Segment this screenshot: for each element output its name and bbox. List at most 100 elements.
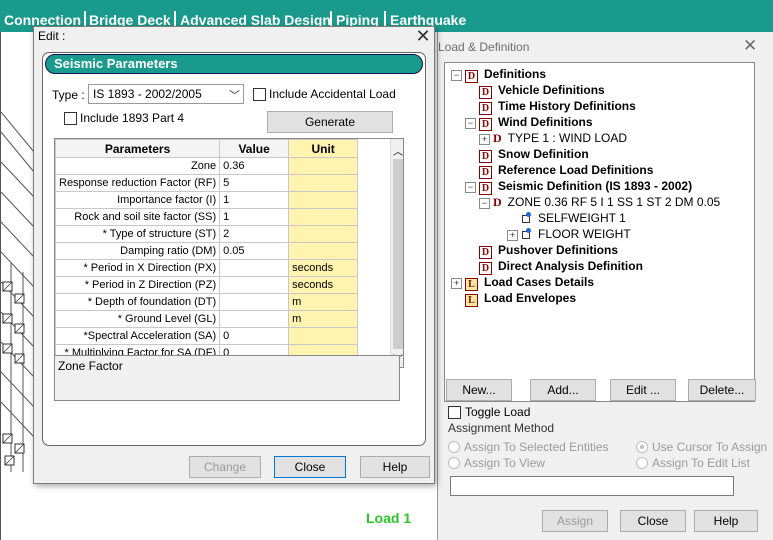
parameter-unit-cell[interactable]	[288, 174, 359, 192]
parameter-value-cell[interactable]: 0	[219, 327, 290, 345]
table-row[interactable]: * Period in X Direction (PX) seconds	[55, 259, 359, 277]
add-button[interactable]: Add...	[530, 379, 596, 401]
tree-item[interactable]: D Time History Definitions	[479, 99, 636, 115]
expand-icon[interactable]: +	[507, 230, 518, 241]
parameter-value-cell[interactable]	[219, 293, 290, 311]
scroll-up-icon[interactable]: ︿	[393, 143, 403, 158]
parameter-unit-cell[interactable]: m	[288, 293, 359, 311]
collapse-icon[interactable]: −	[479, 198, 490, 209]
close-button[interactable]: Close	[620, 510, 686, 532]
parameter-value-cell[interactable]	[219, 310, 290, 328]
definition-icon: D	[479, 86, 492, 99]
parameter-name-cell: Response reduction Factor (RF)	[55, 174, 221, 192]
panel-title: Seismic Parameters	[54, 56, 178, 71]
tree-item[interactable]: D TYPE 1 : WIND LOAD	[493, 131, 627, 146]
help-button[interactable]: Help	[360, 456, 430, 478]
table-row[interactable]: *Spectral Acceleration (SA) 0	[55, 327, 359, 345]
close-button[interactable]: Close	[274, 456, 346, 478]
tree-item[interactable]: D Seismic Definition (IS 1893 - 2002)	[479, 179, 692, 195]
close-icon[interactable]: ✕	[743, 36, 757, 56]
scroll-thumb[interactable]	[393, 159, 403, 349]
definition-icon: D	[465, 70, 478, 83]
close-icon[interactable]: ✕	[415, 26, 431, 47]
parameter-name-cell: Importance factor (I)	[55, 191, 221, 209]
parameter-value-cell[interactable]: 0.36	[219, 157, 290, 175]
parameter-name-cell: Zone	[55, 157, 221, 175]
edit-list-field[interactable]	[450, 476, 734, 496]
tree-item[interactable]: D Vehicle Definitions	[479, 83, 605, 99]
use-cursor-radio[interactable]	[636, 441, 648, 453]
table-row[interactable]: Response reduction Factor (RF) 5	[55, 174, 359, 192]
parameter-unit-cell[interactable]	[288, 208, 359, 226]
definition-item-icon: D	[493, 131, 502, 145]
table-row[interactable]: Zone 0.36	[55, 157, 359, 175]
tree-item-label: Reference Load Definitions	[498, 163, 654, 177]
assign-button[interactable]: Assign	[542, 510, 608, 532]
toggle-load-checkbox[interactable]	[448, 406, 461, 419]
parameter-value-cell[interactable]	[219, 276, 290, 294]
delete-button[interactable]: Delete...	[688, 379, 756, 401]
tree-item[interactable]: D Pushover Definitions	[479, 243, 618, 259]
include-accidental-checkbox[interactable]	[253, 88, 266, 101]
include-part4-label: Include 1893 Part 4	[80, 111, 185, 125]
parameter-name-cell: * Period in Z Direction (PZ)	[55, 276, 221, 294]
table-row[interactable]: Rock and soil site factor (SS) 1	[55, 208, 359, 226]
tree-item[interactable]: D Wind Definitions	[479, 115, 593, 131]
tree-item-label: Direct Analysis Definition	[498, 259, 643, 273]
tree-item[interactable]: FLOOR WEIGHT	[521, 227, 631, 241]
tree-item[interactable]: SELFWEIGHT 1	[521, 211, 626, 225]
parameter-value-cell[interactable]: 2	[219, 225, 290, 243]
assign-view-radio[interactable]	[448, 457, 460, 469]
collapse-icon[interactable]: −	[451, 70, 462, 81]
assignment-method-label: Assignment Method	[448, 421, 555, 435]
definition-icon: D	[479, 102, 492, 115]
parameter-unit-cell[interactable]	[288, 225, 359, 243]
parameter-value-cell[interactable]	[219, 259, 290, 277]
expand-icon[interactable]: +	[451, 278, 462, 289]
assign-selected-radio[interactable]	[448, 441, 460, 453]
generate-button[interactable]: Generate	[267, 111, 393, 133]
parameter-value-cell[interactable]: 1	[219, 191, 290, 209]
new-button[interactable]: New...	[446, 379, 512, 401]
table-row[interactable]: * Ground Level (GL) m	[55, 310, 359, 328]
tree-item[interactable]: D ZONE 0.36 RF 5 I 1 SS 1 ST 2 DM 0.05	[493, 195, 720, 210]
include-part4-checkbox[interactable]	[64, 112, 77, 125]
type-select[interactable]: IS 1893 - 2002/2005 ﹀	[88, 84, 244, 104]
expand-icon[interactable]: +	[479, 134, 490, 145]
parameter-unit-cell[interactable]	[288, 191, 359, 209]
change-button[interactable]: Change	[189, 456, 261, 478]
tree-item[interactable]: D Reference Load Definitions	[479, 163, 653, 179]
parameter-value-cell[interactable]: 1	[219, 208, 290, 226]
tree-item[interactable]: L Load Envelopes	[465, 291, 576, 307]
parameter-unit-cell[interactable]: seconds	[288, 259, 359, 277]
parameter-unit-cell[interactable]: seconds	[288, 276, 359, 294]
edit-button[interactable]: Edit ...	[610, 379, 676, 401]
definition-tree[interactable]: − D Definitions D Vehicle Definitions D Time H…	[444, 62, 755, 402]
table-row[interactable]: * Depth of foundation (DT) m	[55, 293, 359, 311]
parameter-value-cell[interactable]: 5	[219, 174, 290, 192]
table-row[interactable]: * Type of structure (ST) 2	[55, 225, 359, 243]
column-header-parameters: Parameters	[55, 139, 221, 158]
parameters-table: Parameters Value Unit Zone 0.36 Response r…	[55, 139, 359, 362]
grid-scrollbar[interactable]: ︿ ﹀	[390, 139, 403, 367]
help-button[interactable]: Help	[694, 510, 758, 532]
table-row[interactable]: Importance factor (I) 1	[55, 191, 359, 209]
collapse-icon[interactable]: −	[465, 118, 476, 129]
table-row[interactable]: * Period in Z Direction (PZ) seconds	[55, 276, 359, 294]
tree-item[interactable]: D Snow Definition	[479, 147, 589, 163]
parameter-unit-cell[interactable]	[288, 157, 359, 175]
parameter-value-cell[interactable]: 0.05	[219, 242, 290, 260]
load-icon: L	[465, 278, 478, 291]
edit-dialog: Edit : ✕ Seismic Parameters Type : IS 18…	[33, 26, 435, 484]
parameter-unit-cell[interactable]	[288, 242, 359, 260]
assign-edit-list-radio[interactable]	[636, 457, 648, 469]
tree-item[interactable]: D Definitions	[465, 67, 546, 83]
definition-icon: D	[479, 166, 492, 179]
parameter-unit-cell[interactable]: m	[288, 310, 359, 328]
table-row[interactable]: Damping ratio (DM) 0.05	[55, 242, 359, 260]
tree-item[interactable]: L Load Cases Details	[465, 275, 594, 291]
tree-item[interactable]: D Direct Analysis Definition	[479, 259, 643, 275]
parameters-grid[interactable]: Parameters Value Unit Zone 0.36 Response r…	[54, 138, 404, 368]
collapse-icon[interactable]: −	[465, 182, 476, 193]
parameter-unit-cell[interactable]	[288, 327, 359, 345]
